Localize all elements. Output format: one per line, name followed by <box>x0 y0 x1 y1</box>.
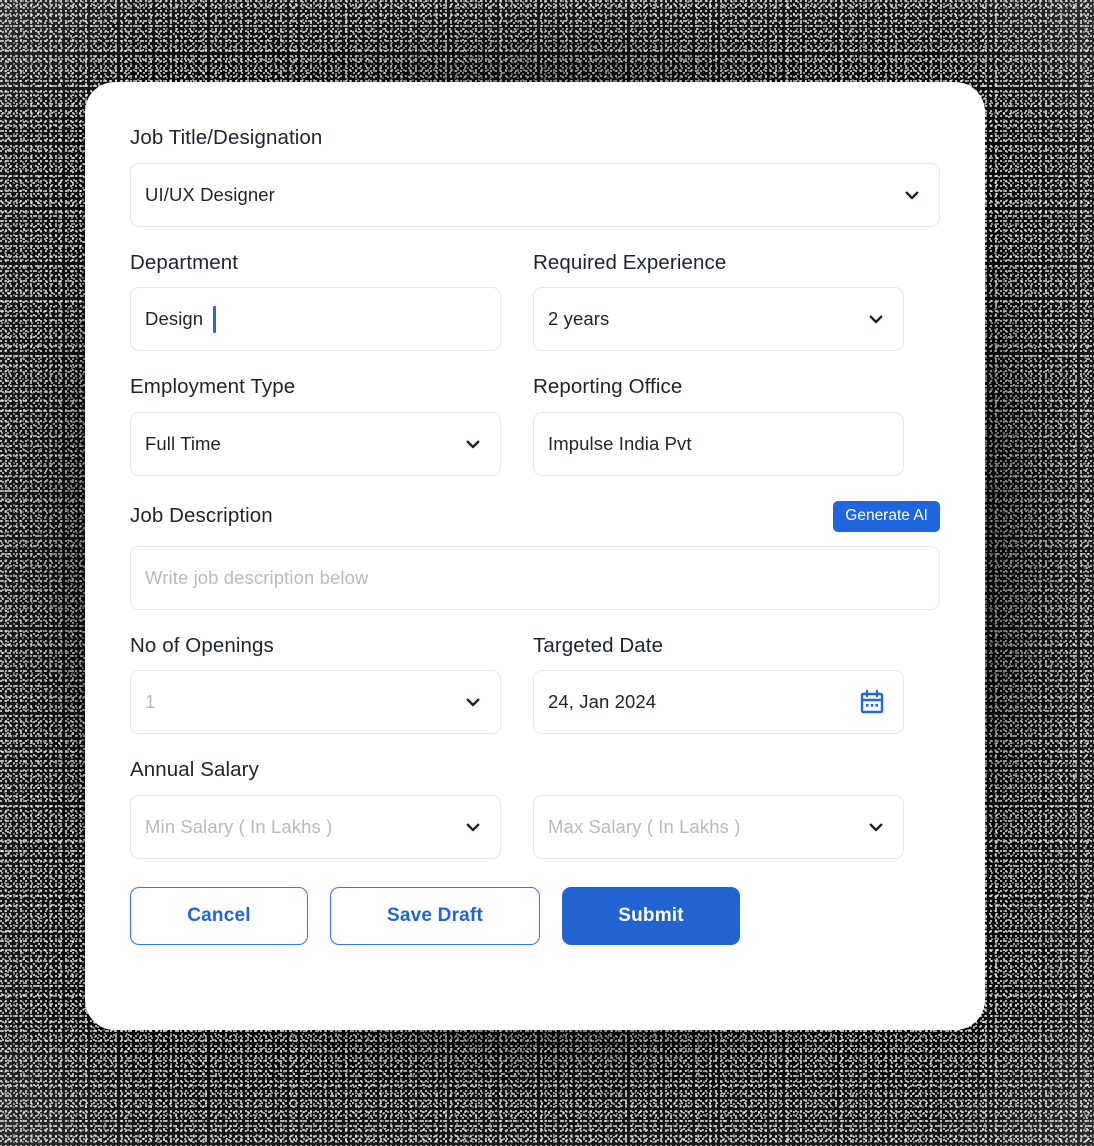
required-experience-select[interactable]: 2 years <box>533 287 904 351</box>
job-description-label: Job Description <box>130 504 273 528</box>
field-min-salary: Min Salary ( In Lakhs ) <box>130 794 501 859</box>
field-reporting-office: Reporting Office Impulse India Pvt <box>533 375 904 476</box>
job-title-select[interactable]: UI/UX Designer <box>130 162 940 227</box>
field-job-title: Job Title/Designation UI/UX Designer <box>130 126 940 227</box>
job-posting-form-card: Job Title/Designation UI/UX Designer Dep… <box>85 82 985 1030</box>
row-salary-min-max: Min Salary ( In Lakhs ) Max Salary ( In … <box>130 794 940 859</box>
chevron-down-icon <box>466 440 480 448</box>
job-description-placeholder: Write job description below <box>145 566 369 588</box>
no-of-openings-select[interactable]: 1 <box>130 670 501 734</box>
job-description-input[interactable]: Write job description below <box>130 545 940 610</box>
row-employment-reporting: Employment Type Full Time Reporting Offi… <box>130 375 940 476</box>
field-job-description: Job Description Generate AI Write job de… <box>130 501 940 610</box>
targeted-date-input[interactable]: 24, Jan 2024 <box>533 670 904 734</box>
no-of-openings-label: No of Openings <box>130 633 274 657</box>
job-description-label-row: Job Description Generate AI <box>130 501 940 532</box>
field-targeted-date: Targeted Date 24, Jan 2024 <box>533 633 904 734</box>
max-salary-select[interactable]: Max Salary ( In Lakhs ) <box>533 794 904 859</box>
reporting-office-input[interactable]: Impulse India Pvt <box>533 411 904 476</box>
required-experience-label: Required Experience <box>533 250 727 274</box>
field-annual-salary: Annual Salary Min Salary ( In Lakhs ) Ma… <box>130 758 940 859</box>
targeted-date-label: Targeted Date <box>533 633 664 657</box>
targeted-date-value: 24, Jan 2024 <box>548 691 657 712</box>
chevron-down-icon <box>466 823 480 831</box>
required-experience-value: 2 years <box>548 308 610 329</box>
screenshot-stage: Job Title/Designation UI/UX Designer Dep… <box>0 0 1094 1146</box>
field-no-of-openings: No of Openings 1 <box>130 633 501 734</box>
job-title-label: Job Title/Designation <box>130 126 323 149</box>
row-openings-date: No of Openings 1 Targeted Date 24, Jan 2… <box>130 633 940 734</box>
chevron-down-icon <box>869 823 883 831</box>
submit-button[interactable]: Submit <box>562 886 740 945</box>
calendar-icon[interactable] <box>859 689 885 715</box>
field-department: Department Design <box>130 250 501 351</box>
min-salary-placeholder: Min Salary ( In Lakhs ) <box>145 815 333 837</box>
field-employment-type: Employment Type Full Time <box>130 375 501 476</box>
reporting-office-value: Impulse India Pvt <box>548 432 692 454</box>
department-input[interactable]: Design <box>130 287 501 351</box>
chevron-down-icon <box>869 315 883 324</box>
max-salary-placeholder: Max Salary ( In Lakhs ) <box>548 815 741 837</box>
save-draft-button[interactable]: Save Draft <box>330 886 540 945</box>
department-label: Department <box>130 250 239 274</box>
chevron-down-icon <box>905 191 919 199</box>
generate-ai-button[interactable]: Generate AI <box>833 501 940 532</box>
chevron-down-icon <box>466 698 480 707</box>
field-max-salary: Max Salary ( In Lakhs ) <box>533 794 904 859</box>
employment-type-value: Full Time <box>145 432 221 454</box>
department-value: Design <box>145 308 204 329</box>
min-salary-select[interactable]: Min Salary ( In Lakhs ) <box>130 794 501 859</box>
cancel-button[interactable]: Cancel <box>130 886 308 945</box>
no-of-openings-placeholder: 1 <box>145 691 156 712</box>
employment-type-label: Employment Type <box>130 375 296 398</box>
employment-type-select[interactable]: Full Time <box>130 411 501 476</box>
row-department-experience: Department Design Required Experience 2 … <box>130 250 940 351</box>
reporting-office-label: Reporting Office <box>533 375 683 398</box>
text-cursor-caret <box>213 305 216 333</box>
field-required-experience: Required Experience 2 years <box>533 250 904 351</box>
form-actions: Cancel Save Draft Submit <box>130 886 940 945</box>
annual-salary-label: Annual Salary <box>130 758 259 781</box>
job-title-value: UI/UX Designer <box>145 183 275 205</box>
